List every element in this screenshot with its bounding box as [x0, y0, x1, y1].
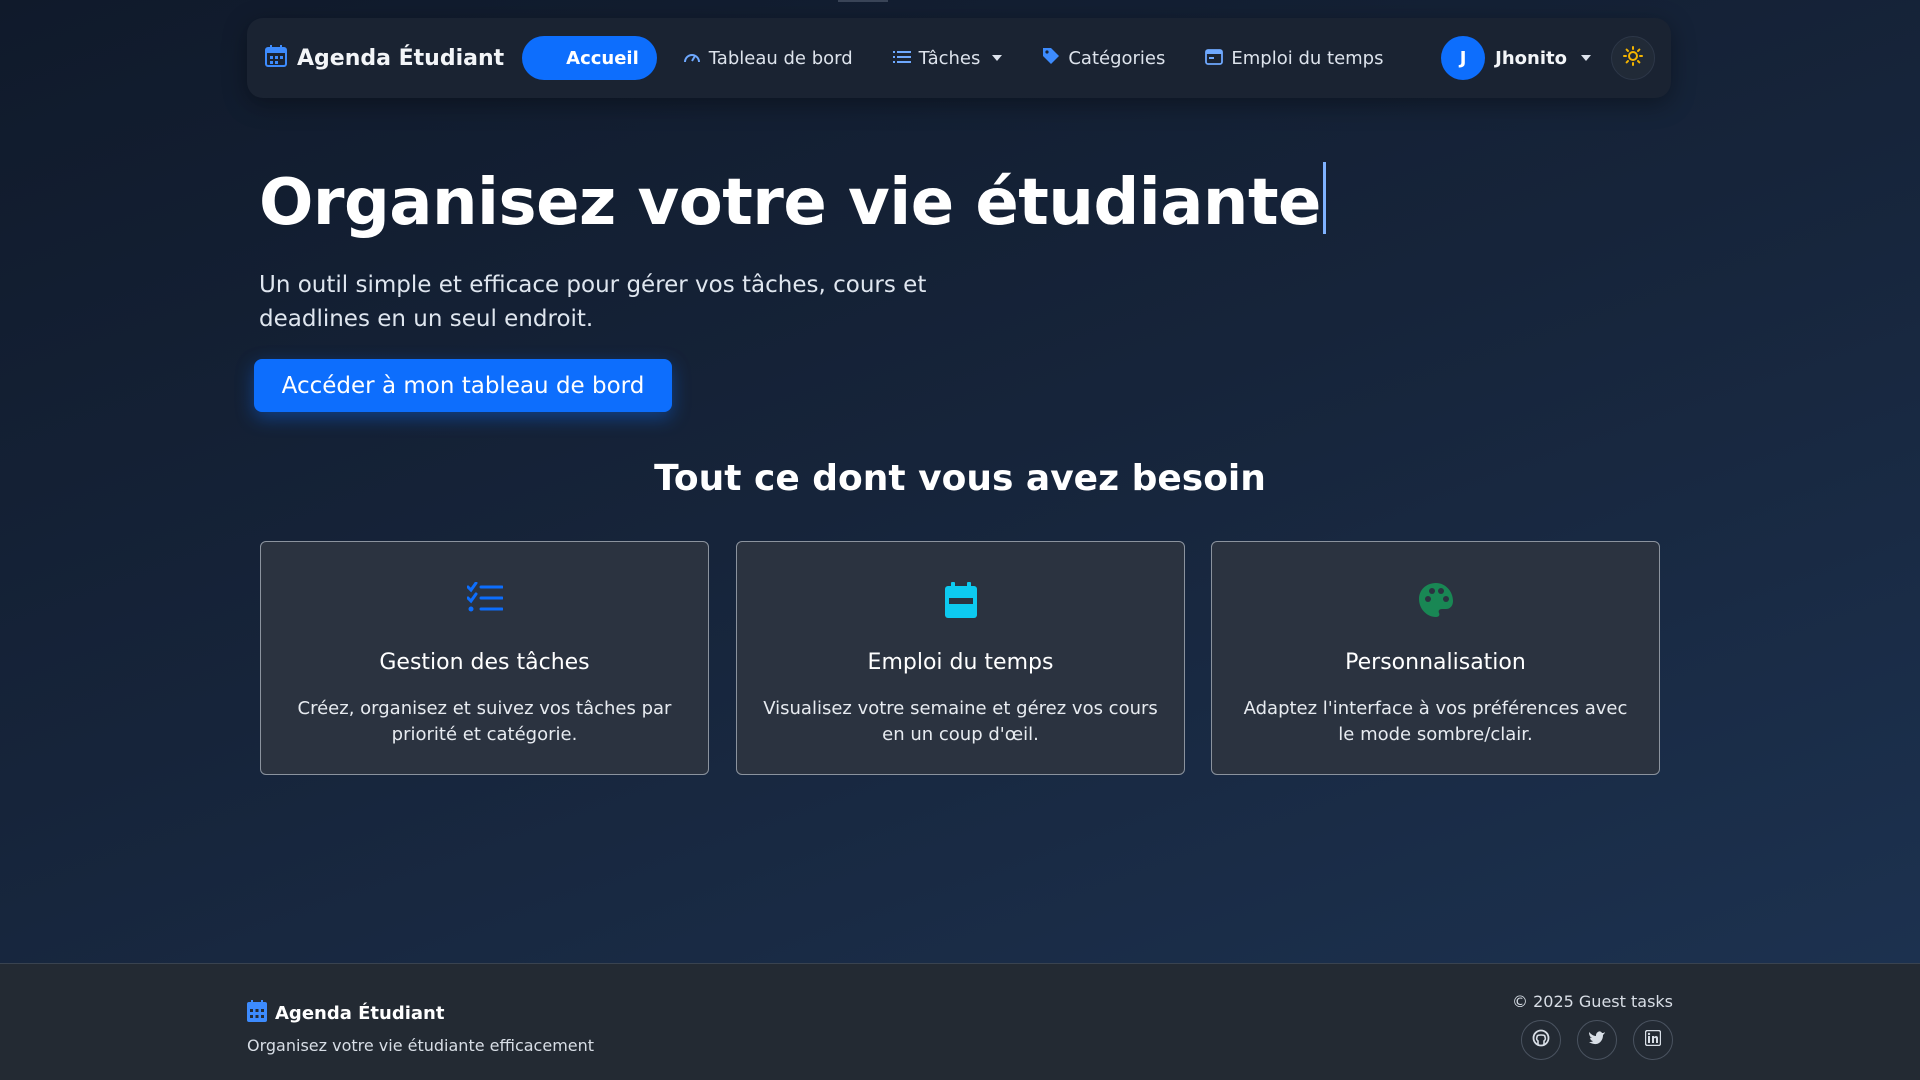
footer-brand-name: Agenda Étudiant	[275, 1002, 445, 1024]
footer-brand: Agenda Étudiant	[247, 1000, 444, 1026]
hero-title-text: Organisez votre vie étudiante	[259, 166, 1321, 240]
theme-toggle-button[interactable]	[1611, 36, 1655, 80]
twitter-link[interactable]	[1577, 1020, 1617, 1060]
chevron-down-icon	[1581, 55, 1591, 61]
nav-item-label: Tâches	[918, 47, 981, 69]
tag-icon	[1042, 47, 1060, 70]
gauge-icon	[683, 48, 701, 69]
card-description: Visualisez votre semaine et gérez vos co…	[763, 698, 1158, 745]
navbar: Agenda Étudiant Accueil Tableau de bord …	[247, 18, 1671, 98]
calendar-icon	[265, 45, 287, 71]
brand-name: Agenda Étudiant	[297, 45, 505, 71]
user-menu[interactable]: J Jhonito	[1441, 36, 1591, 80]
feature-card-tasks: Gestion des tâches Créez, organisez et s…	[260, 541, 709, 775]
footer: Agenda Étudiant Organisez votre vie étud…	[0, 963, 1920, 1080]
nav-item-categories[interactable]: Catégories	[1022, 36, 1185, 80]
hero-subtitle: Un outil simple et efficace pour gérer v…	[259, 272, 927, 332]
social-links	[1521, 1020, 1673, 1060]
palette-icon	[1212, 582, 1659, 618]
github-link[interactable]	[1521, 1020, 1561, 1060]
nav-item-label: Accueil	[566, 47, 639, 69]
github-icon	[1532, 1029, 1550, 1051]
checklist-icon	[261, 582, 708, 614]
card-title: Emploi du temps	[867, 650, 1054, 675]
features-title: Tout ce dont vous avez besoin	[654, 458, 1266, 499]
feature-card-personalization: Personnalisation Adaptez l'interface à v…	[1211, 541, 1660, 775]
calendar-icon	[737, 582, 1184, 618]
nav-item-tableau-de-bord[interactable]: Tableau de bord	[663, 36, 873, 80]
twitter-icon	[1588, 1030, 1606, 1050]
linkedin-icon	[1644, 1029, 1662, 1050]
nav-item-label: Emploi du temps	[1231, 47, 1384, 69]
top-edge-line	[838, 0, 888, 2]
calendar-icon	[1205, 47, 1224, 70]
footer-tagline: Organisez votre vie étudiante efficaceme…	[247, 1036, 595, 1055]
card-title: Personnalisation	[1345, 650, 1526, 675]
card-description: Créez, organisez et suivez vos tâches pa…	[297, 698, 672, 745]
user-name: Jhonito	[1495, 47, 1567, 69]
footer-copyright: © 2025 Guest tasks	[1512, 992, 1673, 1011]
chevron-down-icon	[992, 55, 1003, 61]
nav-item-taches[interactable]: Tâches	[873, 36, 1023, 80]
sun-icon	[1623, 46, 1643, 70]
list-icon	[892, 48, 911, 69]
calendar-icon	[247, 1000, 267, 1026]
avatar: J	[1441, 36, 1486, 80]
feature-card-schedule: Emploi du temps Visualisez votre semaine…	[736, 541, 1185, 775]
text-cursor	[1322, 162, 1326, 234]
dashboard-cta-button[interactable]: Accéder à mon tableau de bord	[254, 359, 672, 412]
card-description: Adaptez l'interface à vos préférences av…	[1243, 698, 1628, 745]
linkedin-link[interactable]	[1633, 1020, 1673, 1060]
nav-item-label: Catégories	[1068, 47, 1166, 69]
nav-item-emploi-du-temps[interactable]: Emploi du temps	[1185, 36, 1403, 80]
brand[interactable]: Agenda Étudiant	[265, 45, 504, 71]
nav-item-accueil[interactable]: Accueil	[522, 36, 657, 80]
card-title: Gestion des tâches	[379, 650, 590, 675]
nav-item-label: Tableau de bord	[708, 47, 853, 69]
hero-title: Organisez votre vie étudiante	[259, 162, 1326, 240]
